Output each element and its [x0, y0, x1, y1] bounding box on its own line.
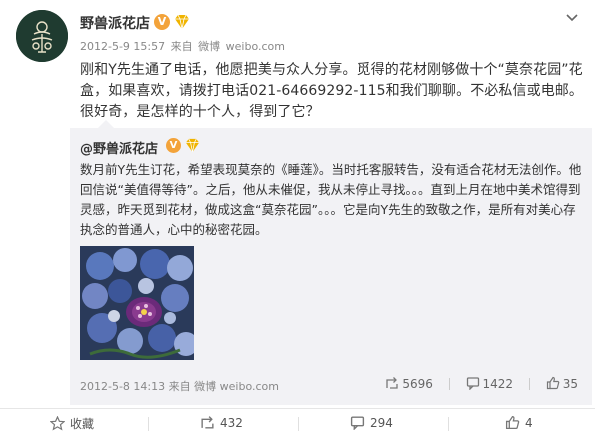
original-meta: 2012-5-8 14:13 来自 微博 weibo.com: [80, 378, 279, 394]
divider: [298, 417, 299, 431]
action-bar: 收藏 432 294 4: [0, 408, 595, 436]
original-comment-count: 1422: [482, 377, 514, 391]
chevron-down-icon[interactable]: [562, 10, 582, 26]
verified-icon: V: [154, 14, 170, 30]
favorite-label: 收藏: [70, 417, 95, 431]
original-like-count: 35: [562, 377, 578, 391]
post-domain[interactable]: weibo.com: [226, 40, 285, 53]
star-icon: [49, 415, 66, 431]
repost-box: @野兽派花店 V 数月前Y先生订花，希望表现莫奈的《睡莲》。当时托客服转告，没有…: [70, 120, 592, 405]
original-actions: 5696 1422 35: [373, 376, 578, 391]
comment-icon: [466, 377, 479, 391]
comment-icon: [350, 416, 365, 431]
vip-icon[interactable]: [173, 13, 191, 31]
divider: [448, 377, 450, 390]
original-author[interactable]: @野兽派花店: [80, 138, 158, 157]
original-comment-button[interactable]: 1422: [466, 376, 514, 391]
repost-icon: [386, 377, 398, 389]
original-like-button[interactable]: 35: [546, 376, 578, 391]
original-via-prefix: 来自: [168, 380, 191, 393]
post-meta: 2012-5-9 15:57 来自 微博 weibo.com: [80, 38, 287, 54]
original-text: 数月前Y先生订花，希望表现莫奈的《睡莲》。当时托客服转告，没有适合花材无法创作。…: [80, 162, 582, 237]
post-timestamp[interactable]: 2012-5-9 15:57: [80, 40, 165, 53]
avatar[interactable]: [16, 10, 68, 62]
original-domain[interactable]: weibo.com: [220, 380, 279, 393]
author-name[interactable]: 野兽派花店: [80, 13, 150, 33]
post-via-prefix: 来自: [170, 40, 193, 53]
post-text: 刚和Y先生通了电话，他愿把美与众人分享。觅得的花材刚够做十个“莫奈花园”花盒，如…: [80, 62, 584, 120]
divider: [528, 377, 530, 390]
divider: [448, 417, 449, 431]
like-count: 4: [525, 416, 533, 430]
weibo-post: 野兽派花店 V 2012-5-9 15:57 来自 微博 weibo.com 刚…: [0, 0, 595, 436]
original-via[interactable]: 微博: [194, 380, 216, 393]
repost-count: 432: [220, 416, 243, 430]
like-button[interactable]: 4: [505, 415, 533, 430]
verified-icon: V: [166, 138, 181, 153]
original-timestamp[interactable]: 2012-5-8 14:13: [80, 380, 165, 393]
post-via[interactable]: 微博: [198, 40, 220, 53]
favorite-button[interactable]: 收藏: [49, 415, 95, 432]
comment-count: 294: [370, 416, 393, 430]
comment-button[interactable]: 294: [350, 415, 393, 431]
vip-icon[interactable]: [184, 137, 201, 154]
like-icon: [546, 376, 560, 390]
flower-box-image[interactable]: [80, 246, 194, 360]
repost-icon: [201, 416, 214, 429]
like-icon: [505, 415, 520, 430]
repost-button[interactable]: 432: [200, 415, 243, 430]
original-repost-button[interactable]: 5696: [385, 376, 433, 391]
divider: [148, 417, 149, 431]
original-repost-count: 5696: [402, 377, 433, 391]
